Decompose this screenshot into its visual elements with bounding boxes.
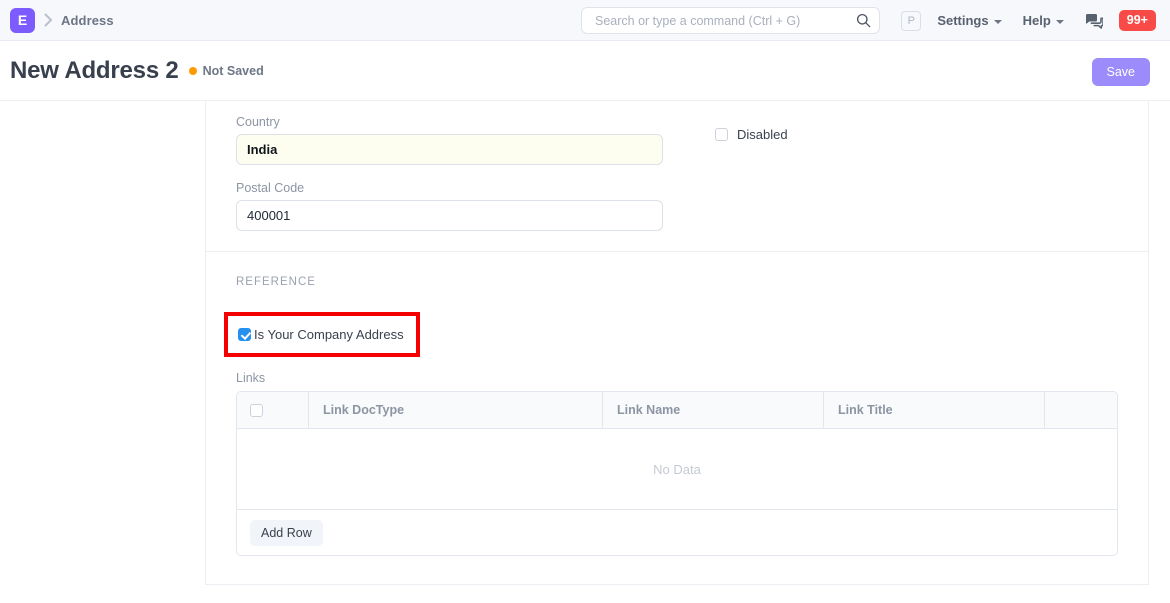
app-logo[interactable]: E — [10, 7, 35, 33]
links-grid-empty-state: No Data — [237, 429, 1117, 510]
links-grid-header: Link DocType Link Name Link Title — [237, 392, 1117, 429]
company-address-highlight: Is Your Company Address — [224, 312, 420, 357]
navbar-left: E Address — [10, 7, 114, 33]
help-menu-label: Help — [1022, 13, 1051, 28]
search-container — [581, 7, 880, 34]
disabled-label: Disabled — [737, 127, 788, 142]
search-box[interactable] — [581, 7, 880, 34]
links-select-all-cell — [237, 392, 309, 429]
postal-code-label: Postal Code — [236, 181, 305, 195]
search-input[interactable] — [593, 12, 856, 29]
settings-menu[interactable]: Settings — [937, 13, 1002, 28]
status-badge: Not Saved — [202, 63, 264, 78]
chevron-down-icon — [993, 19, 1002, 24]
links-label: Links — [236, 371, 266, 385]
add-row-button[interactable]: Add Row — [250, 519, 323, 546]
search-icon[interactable] — [856, 13, 871, 28]
links-grid: Link DocType Link Name Link Title No Dat… — [236, 391, 1118, 556]
save-button[interactable]: Save — [1091, 58, 1150, 86]
country-field: Country — [236, 115, 691, 165]
avatar[interactable]: P — [901, 10, 922, 31]
reference-section: REFERENCE Is Your Company Address Links … — [206, 251, 1148, 578]
document-status: Not Saved — [188, 63, 264, 78]
chevron-right-icon — [35, 10, 61, 30]
form-card: Country Postal Code Disabled — [205, 101, 1149, 585]
notification-count-badge[interactable]: 99+ — [1118, 9, 1156, 32]
settings-menu-label: Settings — [937, 13, 989, 28]
links-select-all-checkbox[interactable] — [250, 403, 263, 417]
disabled-checkbox-row[interactable]: Disabled — [715, 127, 1118, 142]
column-header-link-title[interactable]: Link Title — [824, 392, 1045, 429]
country-input[interactable] — [236, 134, 663, 165]
country-label: Country — [236, 115, 280, 129]
is-company-address-checkbox[interactable] — [238, 328, 251, 341]
column-header-link-doctype[interactable]: Link DocType — [309, 392, 603, 429]
help-menu[interactable]: Help — [1023, 13, 1064, 28]
column-header-actions — [1045, 392, 1117, 429]
address-section: Country Postal Code Disabled — [206, 101, 1148, 251]
top-navbar: E Address P Settings Help — [0, 0, 1170, 41]
is-company-address-label: Is Your Company Address — [254, 327, 404, 342]
chevron-down-icon — [1055, 19, 1064, 24]
page-title: New Address 2 — [10, 56, 179, 84]
address-columns: Country Postal Code Disabled — [236, 115, 1118, 231]
disabled-checkbox[interactable] — [715, 128, 728, 141]
breadcrumb[interactable]: Address — [61, 13, 114, 28]
page-body: Country Postal Code Disabled — [0, 101, 1170, 603]
postal-code-input[interactable] — [236, 200, 663, 231]
page-header: New Address 2 Not Saved Save — [0, 41, 1170, 101]
links-grid-footer: Add Row — [237, 510, 1117, 555]
column-header-link-name[interactable]: Link Name — [603, 392, 824, 429]
reference-section-heading: REFERENCE — [236, 276, 316, 288]
address-right-column: Disabled — [691, 115, 1118, 231]
chat-bubbles-icon[interactable] — [1085, 13, 1103, 29]
status-dot-icon — [188, 66, 197, 75]
navbar-right: P Settings Help 99+ — [901, 0, 1156, 41]
postal-code-field: Postal Code — [236, 181, 691, 231]
address-left-column: Country Postal Code — [236, 115, 691, 231]
